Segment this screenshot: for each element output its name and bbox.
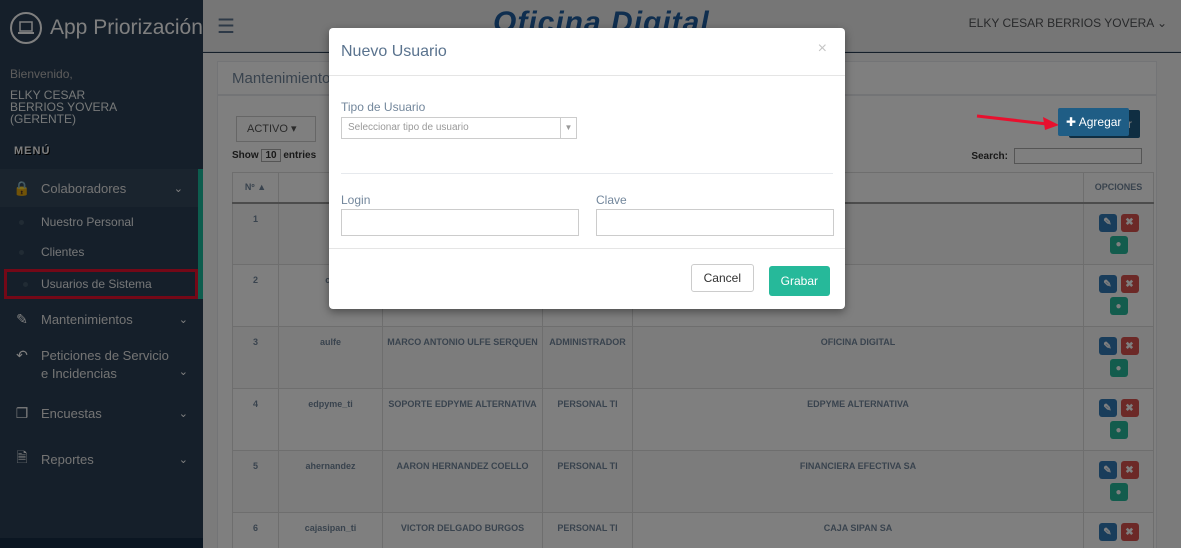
user-type-select[interactable]: Seleccionar tipo de usuario ▼ (341, 117, 577, 139)
cancel-button[interactable]: Cancel (690, 264, 754, 292)
divider (341, 173, 833, 174)
user-type-label: Tipo de Usuario (341, 100, 426, 114)
modal-header: Nuevo Usuario × (329, 28, 845, 76)
chevron-down-icon: ▼ (560, 118, 576, 138)
login-input[interactable] (341, 209, 579, 236)
user-type-placeholder: Seleccionar tipo de usuario (348, 122, 469, 133)
arrow-annotation-icon (976, 114, 1059, 130)
login-label: Login (341, 193, 371, 207)
add-button-highlight[interactable]: ✚ Agregar (1058, 108, 1130, 136)
password-input[interactable] (596, 209, 834, 236)
add-button-label: Agregar (1078, 115, 1122, 129)
password-label: Clave (596, 193, 627, 207)
close-icon[interactable]: × (818, 40, 827, 58)
modal-footer: Cancel Grabar (329, 248, 845, 309)
save-button[interactable]: Grabar (768, 266, 830, 296)
new-user-modal: Nuevo Usuario × Tipo de Usuario Seleccio… (329, 28, 845, 309)
modal-title: Nuevo Usuario (341, 43, 447, 60)
